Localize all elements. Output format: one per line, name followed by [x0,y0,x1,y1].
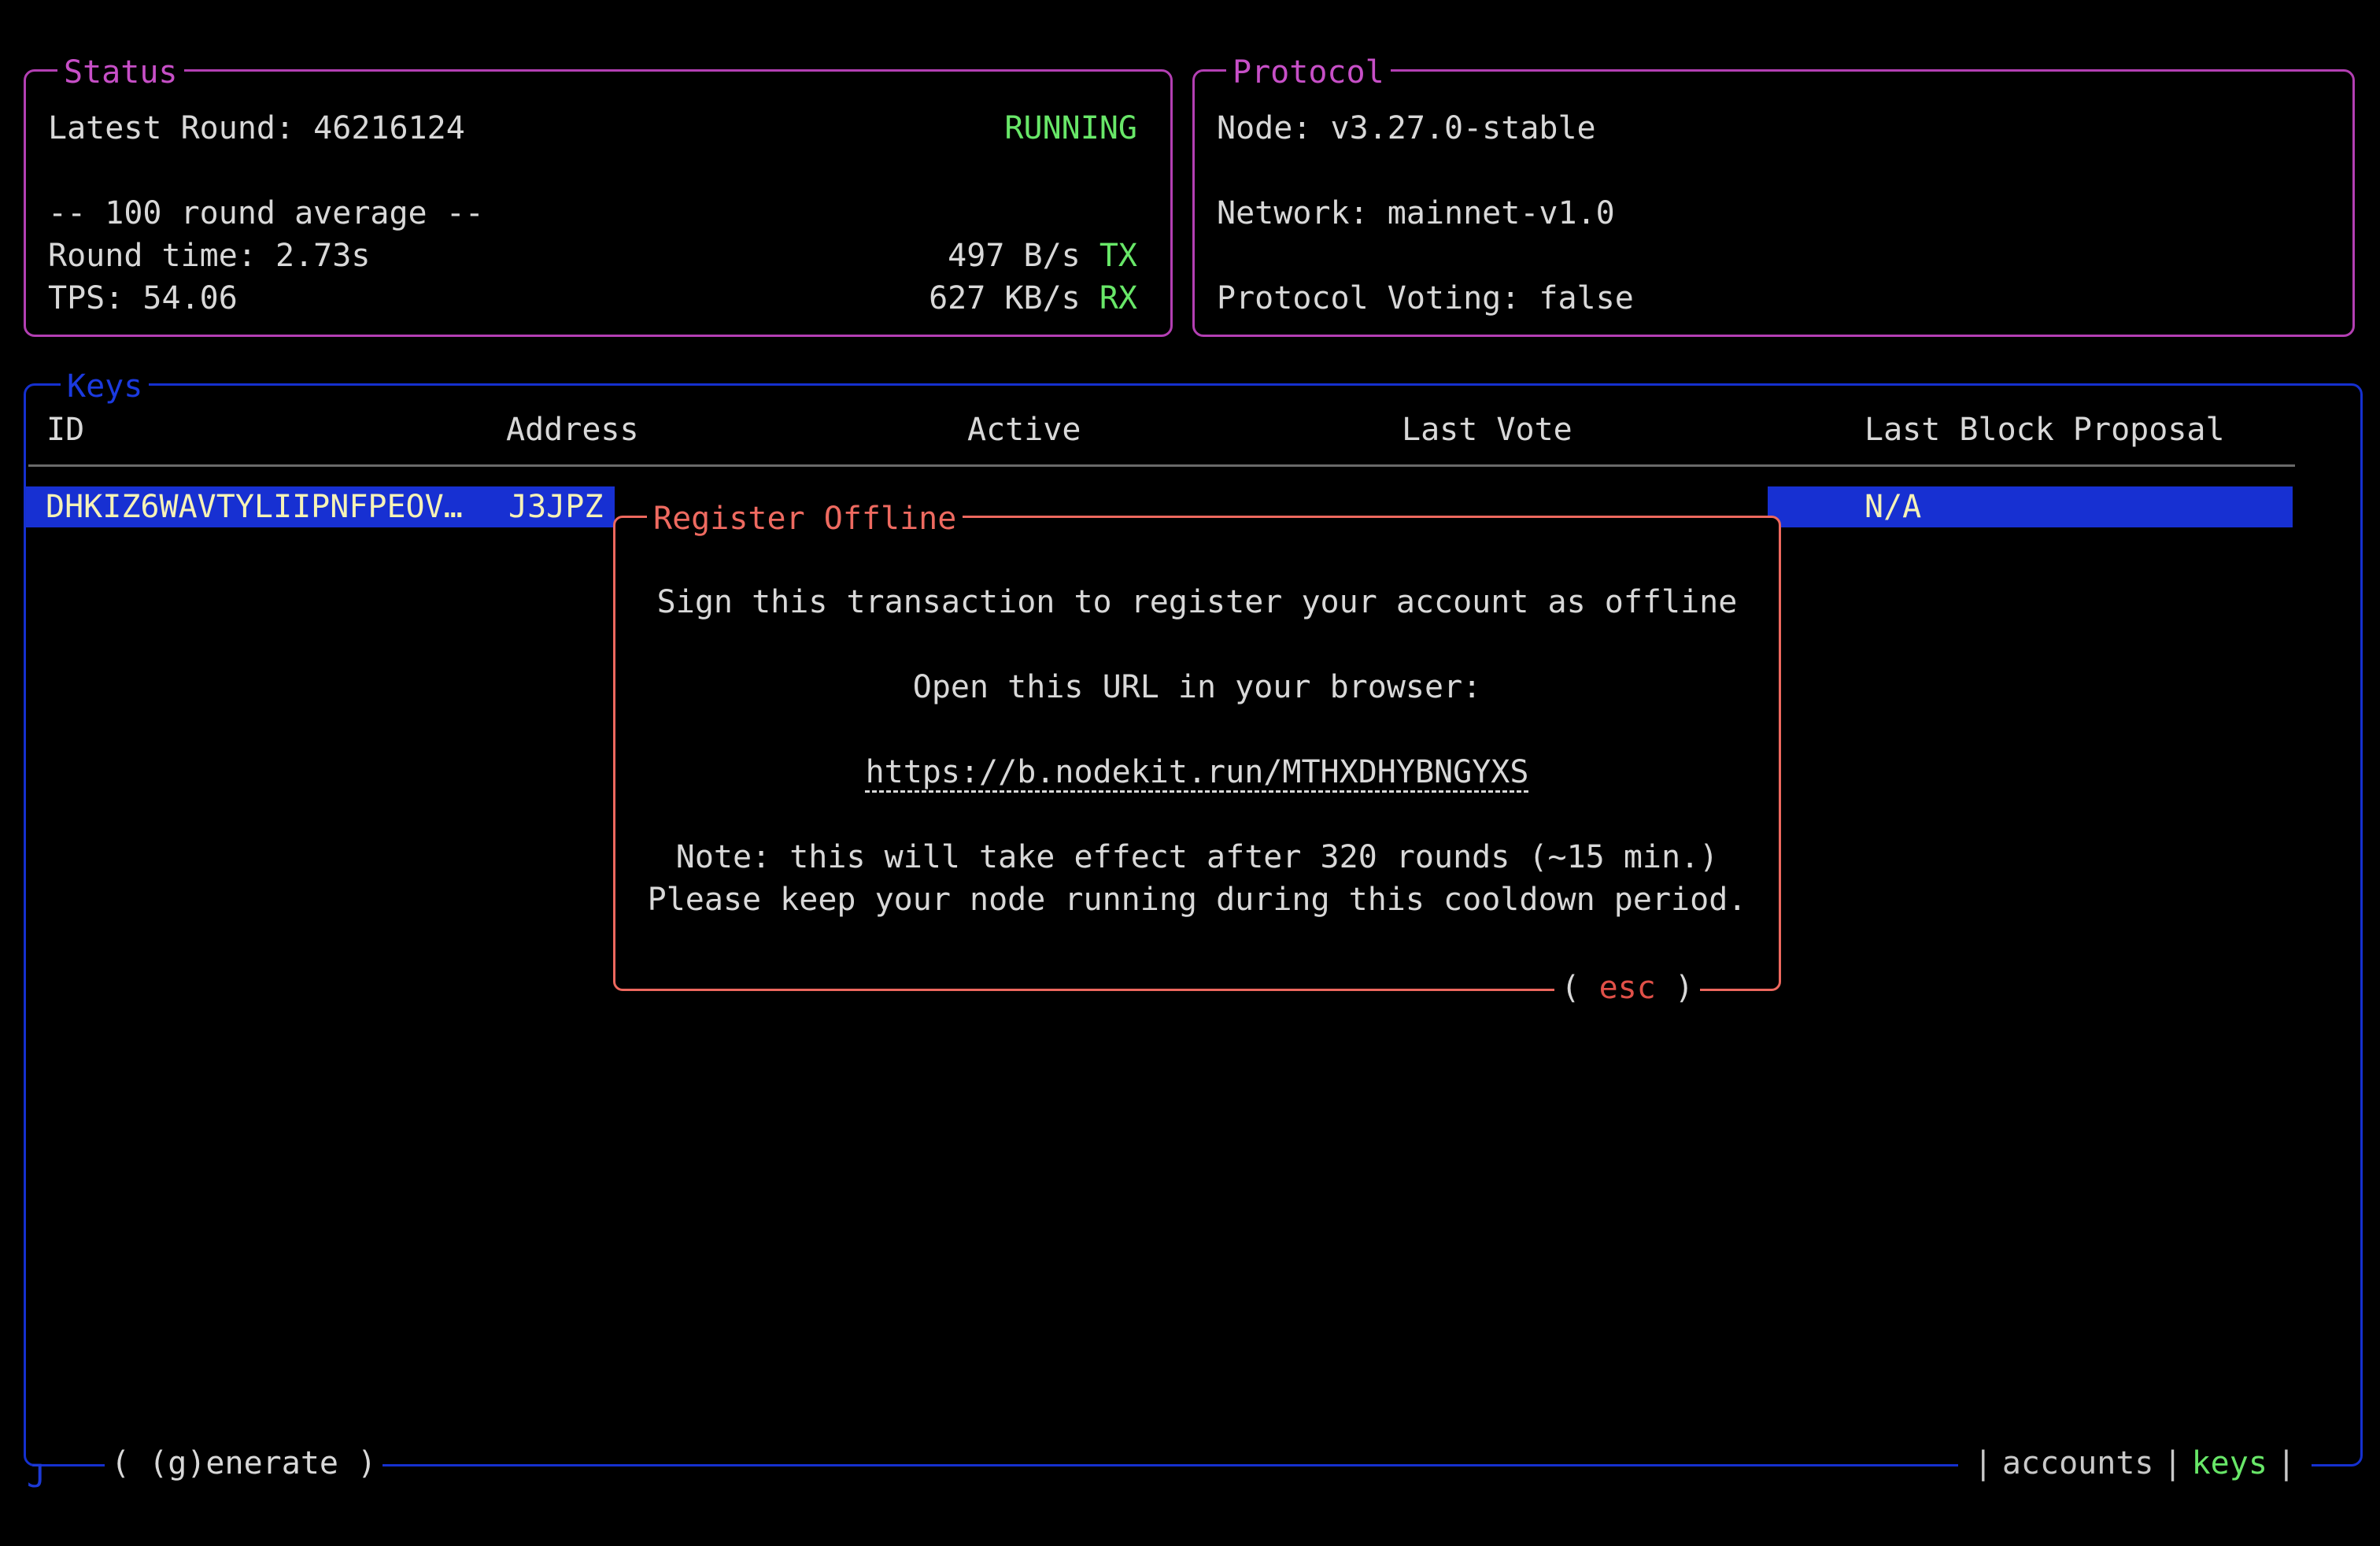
row-last-block-proposal-cell: N/A [1864,486,1921,527]
row-highlight-left[interactable]: DHKIZ6WAVTYLIIPNFPEOV… J3JPZ [26,486,615,527]
esc-key-label: esc [1599,970,1656,1006]
column-header-active: Active [967,409,1081,451]
column-header-id: ID [46,409,84,451]
table-header-divider [28,464,2295,467]
row-id-cell: DHKIZ6WAVTYLIIPNFPEOV… [46,486,463,527]
status-panel: Status Latest Round: 46216124 RUNNING --… [24,69,1173,337]
column-header-address: Address [506,409,639,451]
rx-rate-value: 627 KB/s [929,280,1099,316]
tab-separator: | [2163,1445,2182,1481]
tps-value: TPS: 54.06 [48,277,238,320]
rx-rate: 627 KB/s RX [929,277,1137,320]
border-corner-artifact: J [27,1459,46,1495]
tab-separator: | [1974,1445,1993,1481]
modal-note-line2: Please keep your node running during thi… [615,878,1779,921]
protocol-panel: Protocol Node: v3.27.0-stable Network: m… [1192,69,2355,337]
tab-keys[interactable]: keys [2192,1445,2267,1481]
run-state-badge: RUNNING [1004,107,1137,150]
generate-button[interactable]: ( (g)enerate ) [105,1442,382,1485]
latest-round-value: Latest Round: 46216124 [48,107,465,150]
tx-rate-value: 497 B/s [948,238,1099,274]
signing-url-link[interactable]: https://b.nodekit.run/MTHXDHYBNGYXS [866,754,1529,790]
modal-url-prompt: Open this URL in your browser: [615,666,1779,708]
round-time-value: Round time: 2.73s [48,235,370,277]
modal-instruction: Sign this transaction to register your a… [615,581,1779,623]
node-version: Node: v3.27.0-stable [1217,107,1596,150]
esc-close-paren: ) [1656,970,1694,1006]
tab-bar: |accounts|keys| [1958,1442,2312,1485]
round-average-header: -- 100 round average -- [48,192,484,235]
rx-rate-unit: RX [1099,280,1137,316]
keys-table-header: ID Address Active Last Vote Last Block P… [26,409,2360,451]
esc-button[interactable]: ( esc ) [1554,967,1700,1009]
column-header-last-block-proposal: Last Block Proposal [1864,409,2225,451]
protocol-voting: Protocol Voting: false [1217,277,1634,320]
modal-title: Register Offline [647,497,963,540]
network-name: Network: mainnet-v1.0 [1217,192,1615,235]
column-header-last-vote: Last Vote [1402,409,1572,451]
tab-separator: | [2277,1445,2296,1481]
terminal-screen: Status Latest Round: 46216124 RUNNING --… [0,0,2380,1546]
tx-rate: 497 B/s TX [948,235,1137,277]
keys-panel-title: Keys [61,365,149,408]
status-panel-title: Status [57,51,184,94]
tx-rate-unit: TX [1099,238,1137,274]
register-offline-modal: Register Offline Sign this transaction t… [613,516,1781,991]
tab-accounts[interactable]: accounts [2002,1445,2154,1481]
protocol-panel-title: Protocol [1226,51,1391,94]
row-highlight-right[interactable]: N/A [1768,486,2293,527]
row-address-cell: J3JPZ [508,486,603,527]
esc-open-paren: ( [1561,970,1598,1006]
modal-note-line1: Note: this will take effect after 320 ro… [615,836,1779,878]
